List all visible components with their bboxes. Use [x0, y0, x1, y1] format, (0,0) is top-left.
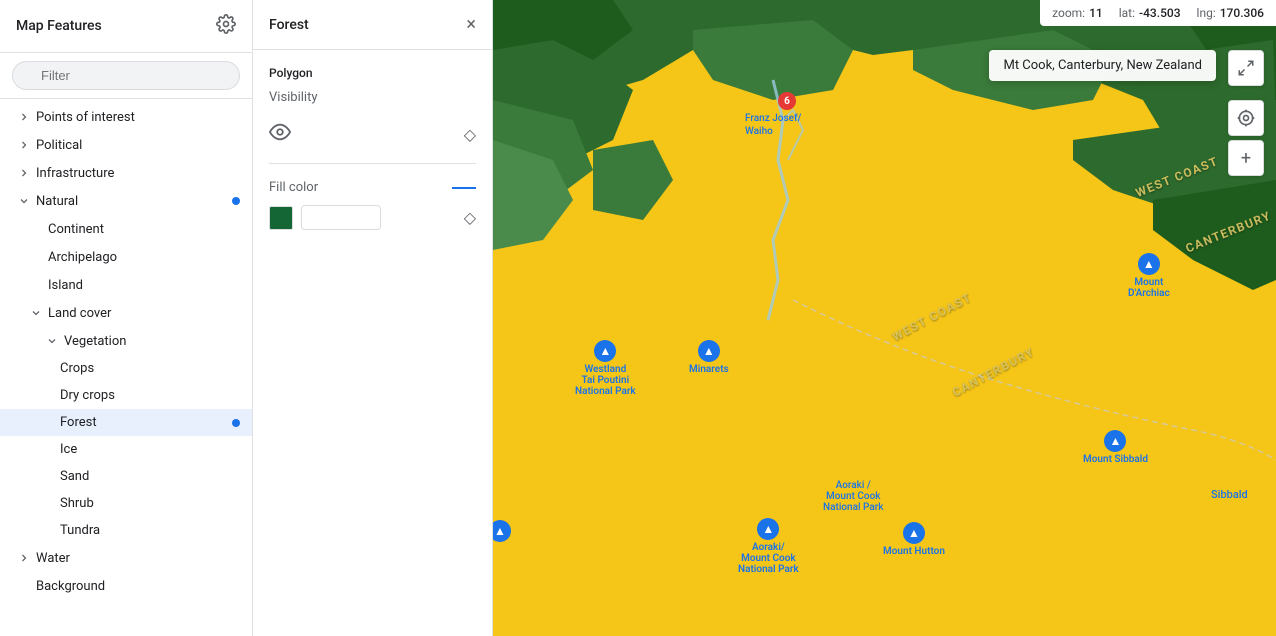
blue-line-indicator [452, 187, 476, 189]
zoom-display: zoom: 11 [1052, 6, 1103, 20]
sidebar-item-label: Tundra [60, 523, 240, 538]
active-dot [232, 419, 240, 427]
chevron-down-icon [28, 305, 44, 321]
location-tooltip-text: Mt Cook, Canterbury, New Zealand [1003, 58, 1202, 73]
sidebar-item-tundra[interactable]: Tundra [0, 517, 252, 544]
close-button[interactable]: × [466, 14, 476, 35]
sidebar-item-label: Sand [60, 469, 240, 484]
sidebar-item-dry-crops[interactable]: Dry crops [0, 382, 252, 409]
chevron-right-icon [16, 165, 32, 181]
chevron-right-icon [16, 550, 32, 566]
sidebar-item-label: Archipelago [48, 250, 240, 265]
sidebar-item-label: Dry crops [60, 388, 240, 403]
fill-color-controls: 146735 ◇ [269, 205, 476, 230]
sidebar-item-sand[interactable]: Sand [0, 463, 252, 490]
sidebar-item-label: Infrastructure [36, 166, 240, 181]
color-swatch[interactable] [269, 206, 293, 230]
chevron-right-icon [16, 137, 32, 153]
location-tooltip: Mt Cook, Canterbury, New Zealand [989, 50, 1216, 81]
lng-value: 170.306 [1220, 6, 1264, 20]
route-marker: 6 [778, 92, 796, 110]
sidebar-item-label: Forest [60, 415, 240, 430]
sidebar-item-label: Points of interest [36, 110, 240, 125]
left-panel-header: Map Features [0, 0, 252, 53]
detail-panel-content: Polygon Visibility ◇ Fill color 146735 ◇ [253, 50, 492, 636]
settings-icon[interactable] [216, 14, 236, 38]
sidebar-item-label: Background [36, 579, 240, 594]
sidebar-item-label: Crops [60, 361, 240, 376]
visibility-label: Visibility [269, 90, 318, 105]
sidebar-item-continent[interactable]: Continent [0, 215, 252, 243]
sidebar-item-shrub[interactable]: Shrub [0, 490, 252, 517]
filter-bar [0, 53, 252, 99]
sidebar-item-background[interactable]: Background [0, 572, 252, 600]
lat-value: -43.503 [1139, 6, 1181, 20]
zoom-label: zoom: [1052, 6, 1085, 20]
fill-color-header: Fill color [269, 180, 476, 195]
color-hex-input[interactable]: 146735 [301, 205, 381, 230]
chevron-right-icon [16, 109, 32, 125]
lng-display: lng: 170.306 [1197, 6, 1264, 20]
diamond-icon-fill[interactable]: ◇ [464, 208, 476, 227]
locate-button[interactable] [1228, 100, 1264, 136]
lng-label: lng: [1197, 6, 1216, 20]
sidebar-item-ice[interactable]: Ice [0, 436, 252, 463]
fullscreen-button[interactable] [1228, 50, 1264, 86]
sidebar-item-label: Land cover [48, 306, 240, 321]
sidebar-item-infrastructure[interactable]: Infrastructure [0, 159, 252, 187]
sidebar-item-label: Vegetation [64, 334, 240, 349]
left-panel: Map Features Points of [0, 0, 253, 636]
active-dot [232, 197, 240, 205]
sidebar-item-label: Natural [36, 194, 240, 209]
sidebar-item-label: Ice [60, 442, 240, 457]
sidebar-item-natural[interactable]: Natural [0, 187, 252, 215]
sidebar-item-land-cover[interactable]: Land cover [0, 299, 252, 327]
filter-input[interactable] [12, 61, 240, 90]
zoom-value: 11 [1089, 6, 1103, 20]
app-title: Map Features [16, 18, 102, 34]
visibility-row: Visibility [269, 90, 476, 105]
diamond-icon[interactable]: ◇ [464, 125, 476, 144]
sidebar-item-points-of-interest[interactable]: Points of interest [0, 103, 252, 131]
eye-icon[interactable] [269, 121, 291, 147]
map-panel: zoom: 11 lat: -43.503 lng: 170.306 Mt Co… [493, 0, 1276, 636]
chevron-down-icon [16, 193, 32, 209]
nav-tree: Points of interest Political Infrastruct… [0, 99, 252, 636]
sidebar-item-island[interactable]: Island [0, 271, 252, 299]
map-controls: + [1228, 100, 1264, 176]
map-canvas[interactable]: zoom: 11 lat: -43.503 lng: 170.306 Mt Co… [493, 0, 1276, 636]
detail-panel: Forest × Polygon Visibility ◇ Fill color [253, 0, 493, 636]
chevron-down-icon [44, 333, 60, 349]
sidebar-item-label: Water [36, 551, 240, 566]
sidebar-item-label: Political [36, 138, 240, 153]
sidebar-item-water[interactable]: Water [0, 544, 252, 572]
detail-panel-title: Forest [269, 17, 309, 33]
lat-display: lat: -43.503 [1119, 6, 1181, 20]
sidebar-item-vegetation[interactable]: Vegetation [0, 327, 252, 355]
map-coordinates-bar: zoom: 11 lat: -43.503 lng: 170.306 [1040, 0, 1276, 26]
section-divider [269, 163, 476, 164]
marker-badge: 6 [778, 92, 796, 110]
visibility-controls: ◇ [269, 121, 476, 147]
polygon-section-title: Polygon [269, 66, 476, 80]
detail-panel-header: Forest × [253, 0, 492, 50]
lat-label: lat: [1119, 6, 1135, 20]
plus-icon: + [1241, 148, 1251, 169]
sidebar-item-label: Island [48, 278, 240, 293]
sidebar-item-forest[interactable]: Forest [0, 409, 252, 436]
sidebar-item-label: Continent [48, 222, 240, 237]
sidebar-item-political[interactable]: Political [0, 131, 252, 159]
sidebar-item-crops[interactable]: Crops [0, 355, 252, 382]
fill-color-label: Fill color [269, 180, 318, 195]
sidebar-item-archipelago[interactable]: Archipelago [0, 243, 252, 271]
zoom-in-button[interactable]: + [1228, 140, 1264, 176]
sidebar-item-label: Shrub [60, 496, 240, 511]
